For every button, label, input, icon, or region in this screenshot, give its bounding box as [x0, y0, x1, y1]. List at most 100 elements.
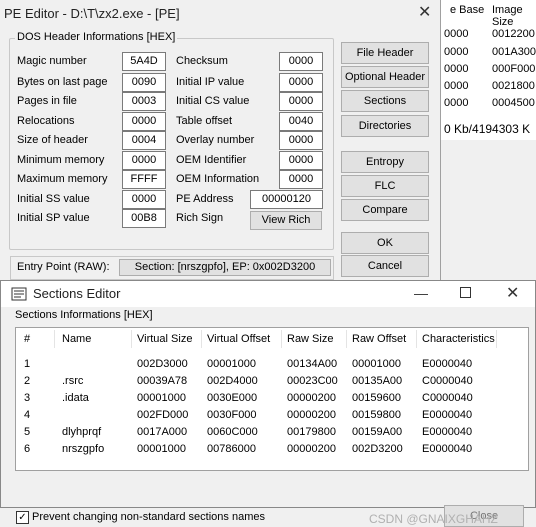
cancel-button[interactable]: Cancel — [341, 255, 429, 277]
cell-raw-offset: 00135A00 — [352, 375, 403, 387]
cell-index: 3 — [24, 392, 31, 404]
cell-name: .rsrc — [62, 375, 84, 387]
column-divider — [281, 330, 282, 348]
bg-cell: 0000 — [444, 28, 469, 40]
pe-address-label: PE Address — [176, 193, 234, 205]
bytes-on-last-page-field[interactable]: 0090 — [122, 73, 166, 92]
initial-ss-field[interactable]: 0000 — [122, 190, 166, 209]
column-divider — [416, 330, 417, 348]
size-of-header-field[interactable]: 0004 — [122, 131, 166, 150]
close-icon[interactable]: ✕ — [506, 283, 519, 303]
cell-raw-size: 00000200 — [287, 443, 336, 455]
bg-status: 0 Kb/4194303 K — [444, 122, 531, 136]
sections-editor-window: Sections Editor — ✕ Sections Information… — [0, 280, 536, 527]
initial-ip-field[interactable]: 0000 — [279, 73, 323, 92]
oem-identifier-field[interactable]: 0000 — [279, 151, 323, 170]
column-divider — [496, 330, 497, 348]
prevent-rename-checkbox[interactable]: ✓ — [16, 511, 29, 524]
view-rich-button[interactable]: View Rich — [250, 211, 322, 230]
column-header[interactable]: Raw Offset — [352, 333, 406, 345]
pe-editor-window: PE Editor - D:\T\zx2.exe - [PE] ✕ DOS He… — [0, 0, 441, 283]
cell-virtual-offset: 00786000 — [207, 443, 256, 455]
cell-name: dlyhprqf — [62, 426, 102, 438]
cell-characteristics: C0000040 — [422, 392, 473, 404]
maximize-icon[interactable] — [460, 287, 471, 298]
bg-cell: 001A300 — [492, 46, 536, 58]
cell-virtual-offset: 0030E000 — [207, 392, 258, 404]
rich-sign-label: Rich Sign — [176, 212, 224, 224]
field-label: OEM Identifier — [176, 154, 247, 166]
entry-point-group: Entry Point (RAW): Section: [nrszgpfo], … — [10, 256, 334, 280]
cell-virtual-size: 0017A000 — [137, 426, 188, 438]
table-row[interactable]: 4 002FD000 0030F000 00000200 00159800 E0… — [16, 407, 528, 424]
column-header[interactable]: Name — [62, 333, 91, 345]
minimum-memory-field[interactable]: 0000 — [122, 151, 166, 170]
cell-characteristics: C0000040 — [422, 375, 473, 387]
cell-raw-size: 00023C00 — [287, 375, 338, 387]
cell-characteristics: E0000040 — [422, 443, 473, 455]
cell-virtual-size: 002FD000 — [137, 409, 189, 421]
cell-index: 5 — [24, 426, 31, 438]
cell-raw-size: 00000200 — [287, 392, 336, 404]
optional-header-button[interactable]: Optional Header — [341, 66, 429, 88]
bg-cell: 0012200 — [492, 28, 535, 40]
initial-sp-field[interactable]: 00B8 — [122, 209, 166, 228]
column-header[interactable]: # — [24, 333, 30, 345]
cell-virtual-size: 00001000 — [137, 392, 186, 404]
sections-table[interactable]: # Name Virtual Size Virtual Offset Raw S… — [15, 327, 529, 471]
table-row[interactable]: 2 .rsrc 00039A78 002D4000 00023C00 00135… — [16, 373, 528, 390]
relocations-field[interactable]: 0000 — [122, 112, 166, 131]
checksum-field[interactable]: 0000 — [279, 52, 323, 71]
watermark: CSDN @GNAIXGHAHZ — [369, 512, 498, 526]
pe-editor-title: PE Editor - D:\T\zx2.exe - [PE] — [4, 6, 180, 21]
sections-button[interactable]: Sections — [341, 90, 429, 112]
field-label: Table offset — [176, 115, 233, 127]
magic-number-field[interactable]: 5A4D — [122, 52, 166, 71]
close-icon[interactable]: ✕ — [418, 2, 431, 22]
table-row[interactable]: 5 dlyhprqf 0017A000 0060C000 00179800 00… — [16, 424, 528, 441]
directories-button[interactable]: Directories — [341, 115, 429, 137]
column-header[interactable]: Characteristics — [422, 333, 495, 345]
bg-cell: 000F000 — [492, 63, 536, 75]
bg-header-base: e Base — [450, 4, 485, 16]
maximum-memory-field[interactable]: FFFF — [122, 170, 166, 189]
cell-index: 4 — [24, 409, 31, 421]
ok-button[interactable]: OK — [341, 232, 429, 254]
minimize-icon[interactable]: — — [414, 285, 428, 301]
column-header[interactable]: Virtual Offset — [207, 333, 270, 345]
file-header-button[interactable]: File Header — [341, 42, 429, 64]
column-header[interactable]: Raw Size — [287, 333, 333, 345]
field-label: Minimum memory — [17, 154, 105, 166]
entropy-button[interactable]: Entropy — [341, 151, 429, 173]
column-header[interactable]: Virtual Size — [137, 333, 192, 345]
sections-group-title: Sections Informations [HEX] — [15, 309, 153, 321]
cell-name: nrszgpfo — [62, 443, 105, 455]
entry-point-label: Entry Point (RAW): — [17, 261, 110, 273]
table-offset-field[interactable]: 0040 — [279, 112, 323, 131]
pages-in-file-field[interactable]: 0003 — [122, 92, 166, 111]
table-row[interactable]: 6 nrszgpfo 00001000 00786000 00000200 00… — [16, 441, 528, 458]
compare-button[interactable]: Compare — [341, 199, 429, 221]
cell-name: .idata — [62, 392, 89, 404]
pe-address-field[interactable]: 00000120 — [250, 190, 323, 209]
cell-virtual-offset: 002D4000 — [207, 375, 258, 387]
cell-characteristics: E0000040 — [422, 358, 473, 370]
bg-cell: 0000 — [444, 46, 469, 58]
app-icon — [11, 287, 27, 301]
cell-raw-offset: 002D3200 — [352, 443, 403, 455]
column-divider — [346, 330, 347, 348]
table-row[interactable]: 1 002D3000 00001000 00134A00 00001000 E0… — [16, 356, 528, 373]
oem-information-field[interactable]: 0000 — [279, 170, 323, 189]
background-window-columns: e Base Image Size 0000 0000 0000 0000 00… — [440, 0, 536, 140]
flc-button[interactable]: FLC — [341, 175, 429, 197]
bg-cell: 0000 — [444, 97, 469, 109]
initial-cs-field[interactable]: 0000 — [279, 92, 323, 111]
overlay-number-field[interactable]: 0000 — [279, 131, 323, 150]
table-row[interactable]: 3 .idata 00001000 0030E000 00000200 0015… — [16, 390, 528, 407]
cell-index: 6 — [24, 443, 31, 455]
field-label: Size of header — [17, 134, 88, 146]
prevent-rename-label: Prevent changing non-standard sections n… — [32, 511, 265, 523]
column-divider — [54, 330, 55, 348]
bg-cell: 0004500 — [492, 97, 535, 109]
cell-index: 2 — [24, 375, 31, 387]
